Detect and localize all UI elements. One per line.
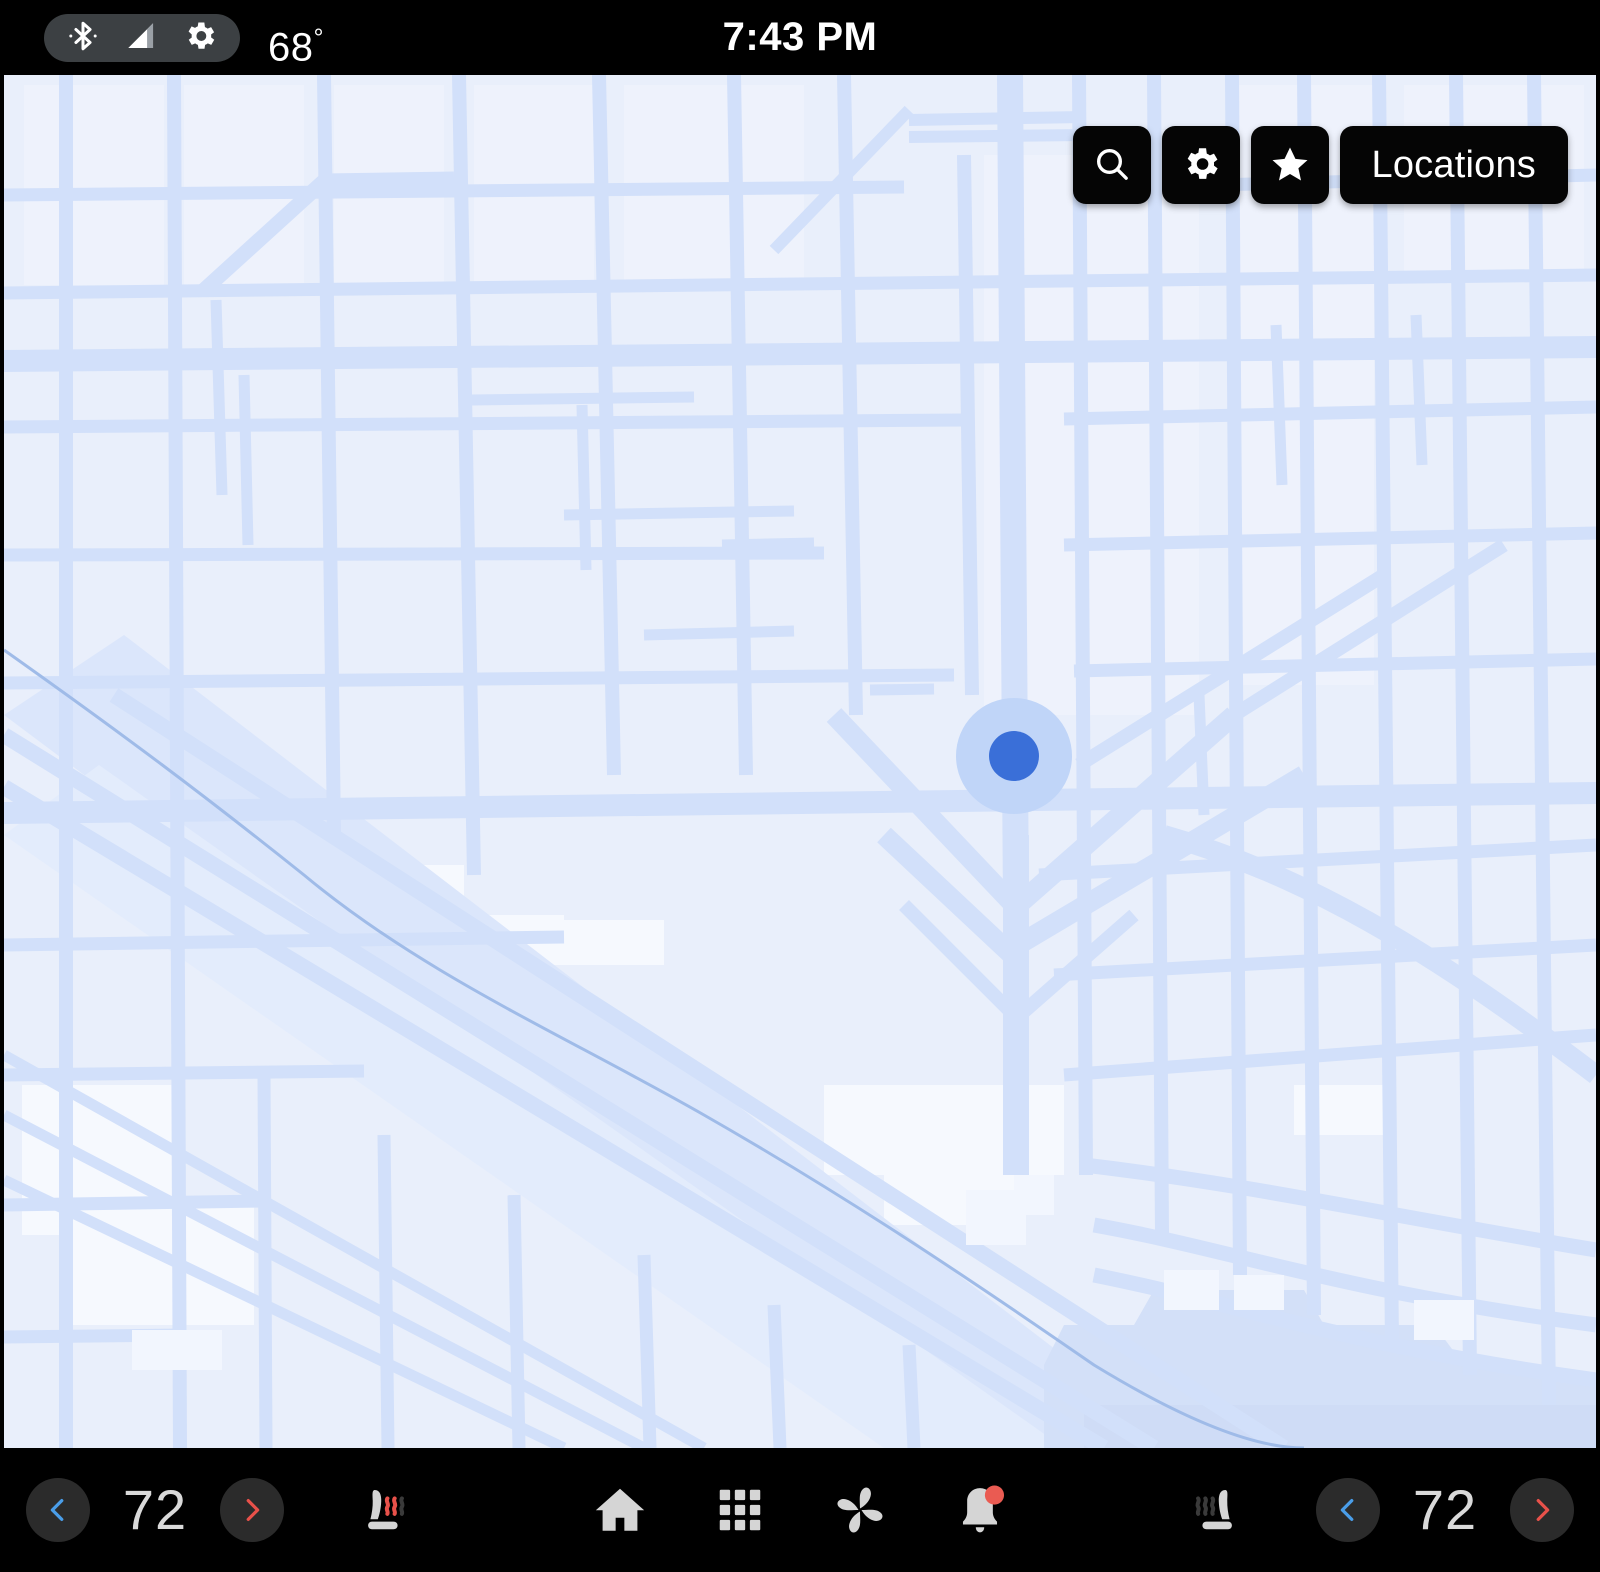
home-icon	[595, 1488, 645, 1531]
map-canvas[interactable]	[4, 75, 1596, 1448]
nav-climate-button[interactable]	[800, 1455, 920, 1565]
heated-seat-icon	[368, 1489, 405, 1530]
map-settings-button[interactable]	[1161, 126, 1240, 204]
apps-grid-icon	[719, 1489, 761, 1531]
chevron-left-icon	[50, 1499, 64, 1521]
chevron-right-icon	[1536, 1499, 1550, 1521]
fan-pinwheel-icon	[837, 1487, 883, 1533]
status-bar: 68° 7:43 PM	[0, 0, 1600, 75]
infotainment-screen: Locations 68° 7:43 PM 72 72	[0, 0, 1600, 1572]
bell-icon	[962, 1485, 1005, 1533]
nav-apps-button[interactable]	[680, 1455, 800, 1565]
star-icon	[1269, 143, 1311, 188]
passenger-temp-decrease-button[interactable]	[1316, 1478, 1380, 1542]
notification-badge	[984, 1485, 1005, 1505]
map-control-bar: Locations	[1072, 126, 1568, 204]
search-icon	[1092, 144, 1132, 187]
chevron-left-icon	[1340, 1499, 1354, 1521]
heated-seat-icon	[1195, 1489, 1232, 1530]
nav-home-button[interactable]	[560, 1455, 680, 1565]
driver-seat-heater-button[interactable]	[340, 1465, 436, 1555]
clock: 7:43 PM	[722, 15, 878, 59]
driver-temp-increase-button[interactable]	[220, 1478, 284, 1542]
driver-temp-decrease-button[interactable]	[26, 1478, 90, 1542]
passenger-seat-heater-button[interactable]	[1164, 1465, 1260, 1555]
driver-climate-group: 72	[26, 1448, 436, 1572]
nav-notifications-button[interactable]	[920, 1455, 1040, 1565]
map-favorites-button[interactable]	[1250, 126, 1329, 204]
map-locations-button[interactable]: Locations	[1339, 126, 1568, 204]
bottom-control-bar: 72 72	[0, 1448, 1600, 1572]
passenger-temp-increase-button[interactable]	[1510, 1478, 1574, 1542]
passenger-temperature-readout: 72	[1412, 1478, 1478, 1541]
map-search-button[interactable]	[1072, 126, 1151, 204]
driver-temperature-readout: 72	[122, 1478, 188, 1541]
passenger-climate-group: 72	[1164, 1448, 1574, 1572]
chevron-right-icon	[246, 1499, 260, 1521]
gear-icon	[1180, 143, 1222, 188]
